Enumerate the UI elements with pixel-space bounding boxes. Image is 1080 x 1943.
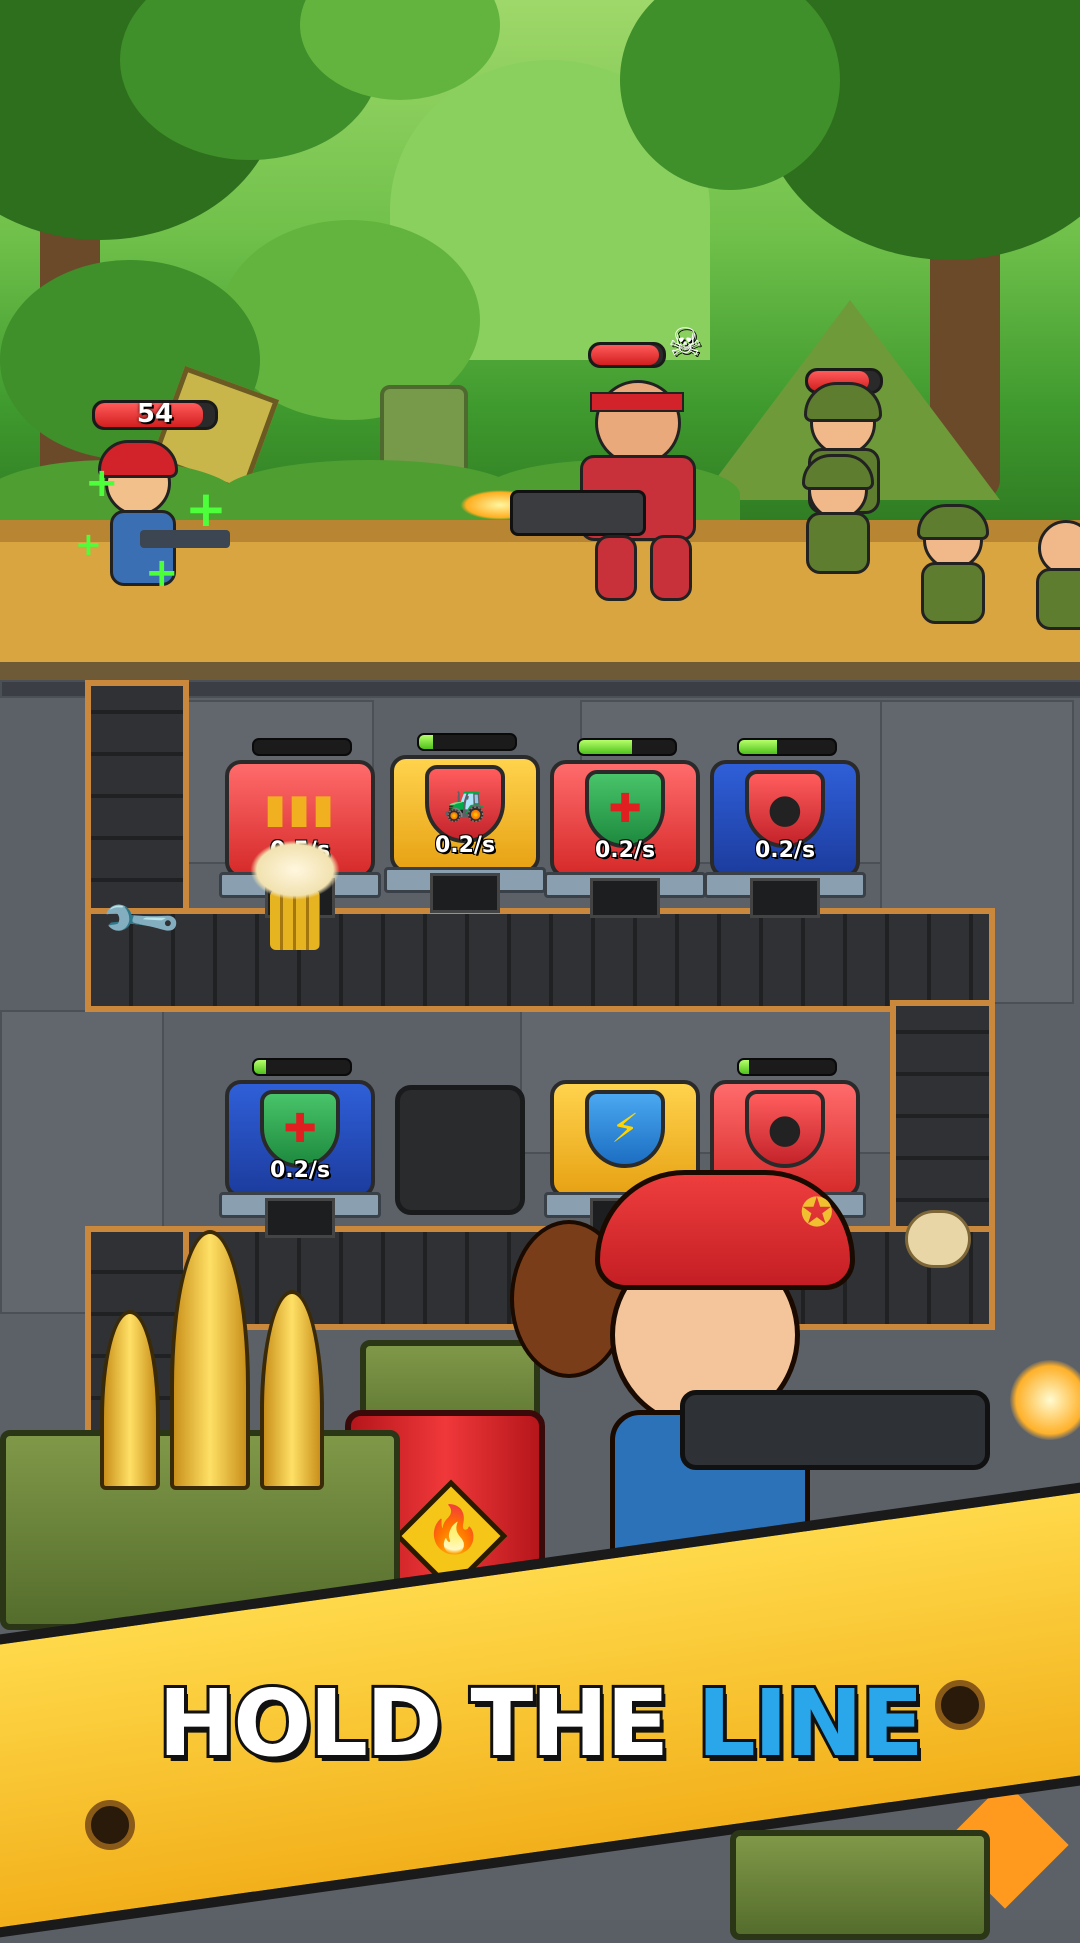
heal-plus-icon: +	[185, 480, 227, 538]
bulldozer-icon: 🚜	[425, 765, 505, 843]
medkit-icon: ✚	[260, 1090, 340, 1168]
machine-medkit[interactable]: ✚ 0.2/s	[219, 1058, 381, 1238]
enemy-soldier	[790, 454, 880, 580]
production-rate: 0.2/s	[269, 1158, 331, 1183]
enemy-soldier	[1030, 520, 1080, 640]
heal-plus-icon: +	[75, 525, 102, 563]
headline-blue-text: LINE	[694, 1667, 927, 1780]
muzzle-flash	[1010, 1360, 1080, 1440]
winged-badge-icon: ✪	[800, 1190, 834, 1236]
player-hp-value: 54	[136, 400, 174, 429]
bullets-icon: ▮▮▮	[263, 786, 337, 832]
medkit-icon: ✚	[585, 770, 665, 848]
heal-plus-icon: +	[145, 550, 179, 596]
heal-plus-icon: +	[85, 460, 119, 506]
boss-hp-bar	[588, 342, 666, 368]
enemy-soldier	[905, 504, 995, 630]
headline-white-text: HOLD THE	[155, 1667, 672, 1780]
headline: HOLD THE LINE	[0, 1667, 1080, 1780]
battle-scene: 54 + + + + ☠	[0, 0, 1080, 680]
production-rate: 0.2/s	[434, 833, 496, 858]
output-chute	[750, 878, 820, 918]
skull-icon: ☠	[668, 320, 703, 364]
machine-bulldozer[interactable]: 🚜 0.2/s	[384, 733, 546, 913]
production-rate: 0.2/s	[594, 838, 656, 863]
flammable-icon: 🔥	[425, 1502, 483, 1556]
boss-minigunner	[510, 370, 730, 601]
production-progress-bar	[577, 738, 677, 756]
machine-medkit[interactable]: ✚ 0.2/s	[544, 738, 706, 918]
bullet-hole	[85, 1800, 135, 1850]
output-chute	[590, 878, 660, 918]
bomb-icon: ●	[745, 770, 825, 848]
production-progress-bar	[737, 738, 837, 756]
output-chute	[430, 873, 500, 913]
production-rate: 0.2/s	[754, 838, 816, 863]
production-progress-bar	[252, 1058, 352, 1076]
production-progress-bar	[417, 733, 517, 751]
player-hp-bar: 54	[92, 400, 218, 430]
production-progress-bar	[252, 738, 352, 756]
ammo-crate	[730, 1830, 990, 1940]
output-chute	[265, 1198, 335, 1238]
production-progress-bar	[737, 1058, 837, 1076]
machine-bomb[interactable]: ● 0.2/s	[704, 738, 866, 918]
conveyor-belt	[85, 908, 995, 1012]
smoke-puff	[250, 840, 340, 900]
